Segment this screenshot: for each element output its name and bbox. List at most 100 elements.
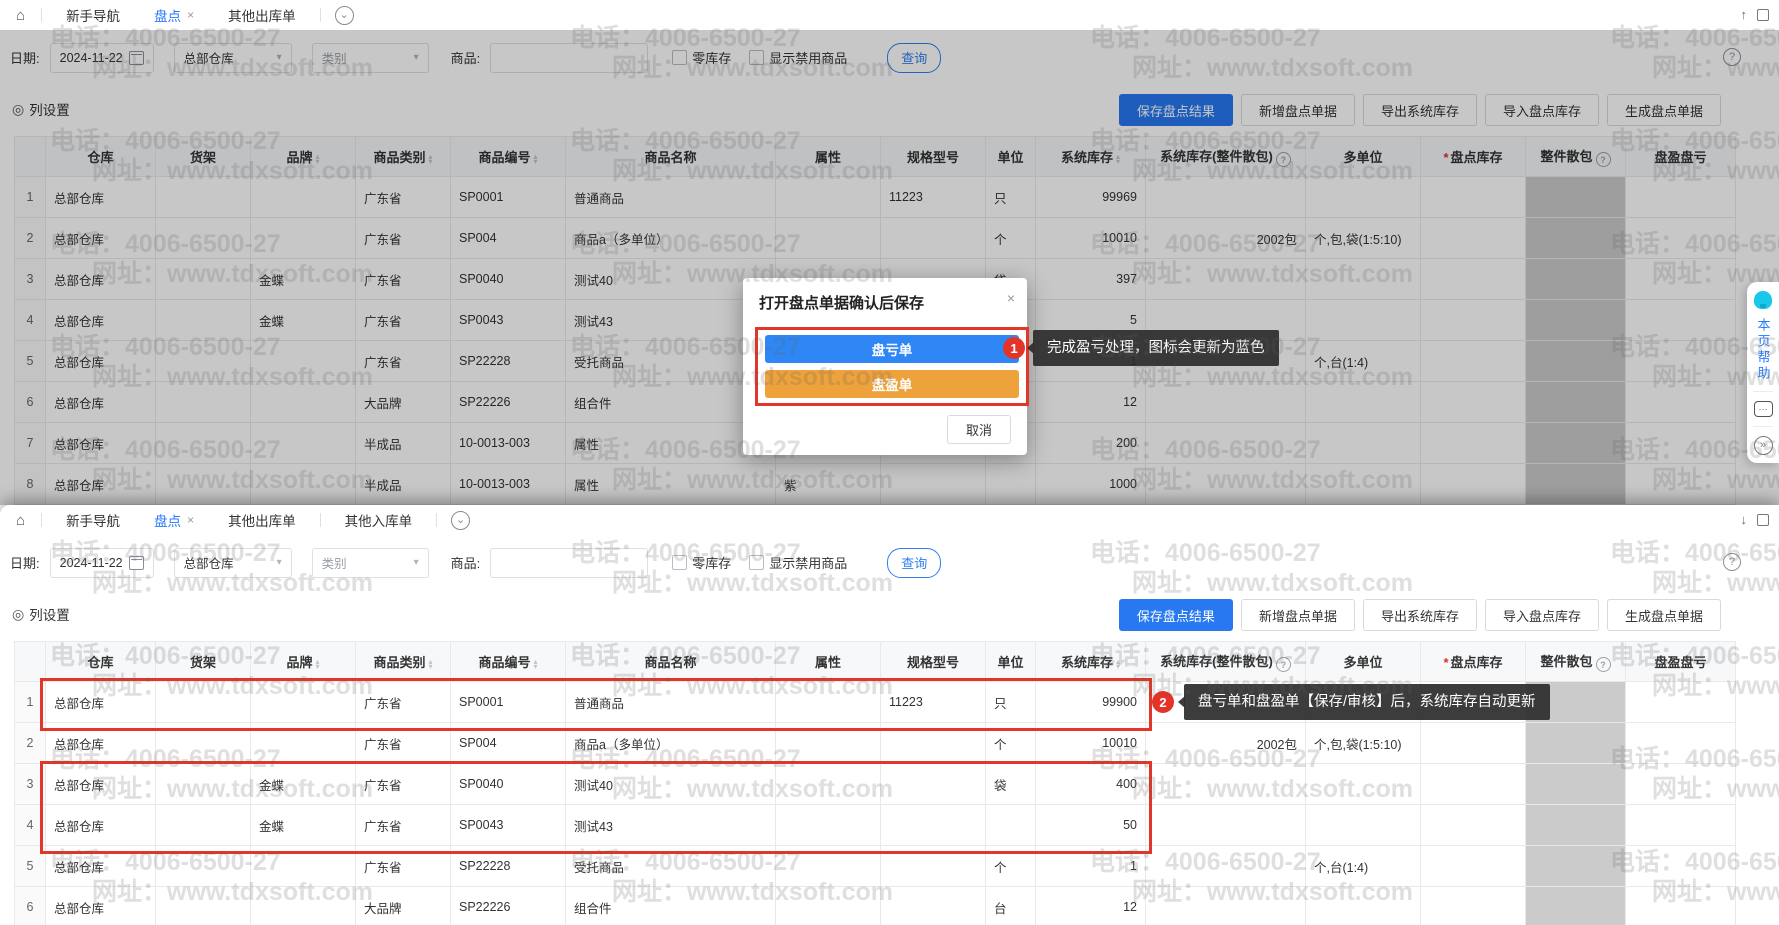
column-settings-label: 列设置: [29, 604, 70, 624]
date-picker[interactable]: 2024-11-22: [50, 548, 154, 578]
zero-stock-checkbox[interactable]: 零库存: [672, 553, 731, 572]
show-disabled-checkbox[interactable]: 显示禁用商品: [749, 553, 847, 572]
sort-icon[interactable]: ▴▾: [1116, 659, 1120, 669]
close-icon[interactable]: ×: [1007, 290, 1015, 306]
close-icon[interactable]: ×: [187, 8, 194, 22]
table-cell: [251, 682, 356, 723]
table-cell: [1526, 805, 1626, 846]
tab-other-outbound[interactable]: 其他出库单: [214, 505, 310, 535]
collapse-double-arrow-icon[interactable]: »: [1754, 436, 1773, 455]
confirm-save-dialog: 打开盘点单据确认后保存 × 盘亏单 盘盈单 取消: [743, 278, 1027, 455]
table-header-row: 仓库货架品牌▴▾商品类别▴▾商品编号▴▾商品名称属性规格型号单位系统库存▴▾系统…: [15, 642, 1736, 682]
table-cell: 个: [986, 723, 1036, 764]
table-cell: [1526, 846, 1626, 887]
column-header: 规格型号: [881, 642, 986, 682]
query-button[interactable]: 查询: [887, 548, 941, 578]
table-cell: SP22226: [451, 887, 566, 925]
table-cell: 广东省: [356, 723, 451, 764]
column-header: *盘点库存: [1421, 642, 1526, 682]
tab-other-outbound[interactable]: 其他出库单: [214, 0, 310, 30]
column-settings-button[interactable]: ◎ 列设置: [12, 604, 70, 624]
table-cell: 袋: [986, 764, 1036, 805]
table-cell: 广东省: [356, 805, 451, 846]
table-cell: [1626, 805, 1736, 846]
home-icon[interactable]: ⌂: [10, 7, 31, 24]
export-stock-button[interactable]: 导出系统库存: [1363, 599, 1477, 631]
table-cell: [1146, 805, 1306, 846]
scroll-down-icon[interactable]: ↓: [1741, 512, 1748, 527]
table-row[interactable]: 2总部仓库广东省SP004商品a（多单位）个100102002包个,包,袋(1:…: [15, 723, 1736, 764]
row-number-header: [15, 642, 46, 682]
new-sheet-button[interactable]: 新增盘点单据: [1241, 599, 1355, 631]
table-cell: [1306, 764, 1421, 805]
tab-other-inbound[interactable]: 其他入库单: [331, 505, 427, 535]
table-cell: 个,包,袋(1:5:10): [1306, 723, 1421, 764]
chevron-down-circle-icon[interactable]: ⌄: [451, 511, 470, 530]
tab-stocktake[interactable]: 盘点 ×: [140, 0, 208, 30]
tab-newbie-guide[interactable]: 新手导航: [52, 505, 134, 535]
sort-icon[interactable]: ▴▾: [316, 659, 320, 669]
scroll-up-icon[interactable]: ↑: [1741, 7, 1748, 22]
column-header[interactable]: 系统库存▴▾: [1036, 642, 1146, 682]
category-select[interactable]: 类别 ▾: [312, 548, 429, 578]
import-stock-button[interactable]: 导入盘点库存: [1485, 599, 1599, 631]
gain-sheet-button[interactable]: 盘盈单: [765, 370, 1019, 398]
chevron-down-circle-icon[interactable]: ⌄: [335, 6, 354, 25]
cancel-button[interactable]: 取消: [947, 415, 1011, 444]
dialog-title: 打开盘点单据确认后保存: [743, 278, 1027, 313]
sort-icon[interactable]: ▴▾: [534, 659, 538, 669]
date-value: 2024-11-22: [60, 556, 123, 570]
table-row[interactable]: 3总部仓库金蝶广东省SP0040测试40袋400: [15, 764, 1736, 805]
home-icon[interactable]: ⌂: [10, 512, 31, 529]
table-cell: [1526, 723, 1626, 764]
sort-icon[interactable]: ▴▾: [429, 659, 433, 669]
table-cell: [1526, 887, 1626, 925]
table-cell: 台: [986, 887, 1036, 925]
table-row[interactable]: 5总部仓库广东省SP22228受托商品个1个,台(1:4): [15, 846, 1736, 887]
save-results-button[interactable]: 保存盘点结果: [1119, 599, 1233, 631]
warehouse-select[interactable]: 总部仓库 ▾: [174, 548, 292, 578]
table-cell: SP0043: [451, 805, 566, 846]
tab-stocktake[interactable]: 盘点 ×: [140, 505, 208, 535]
tab-stocktake-label: 盘点: [154, 5, 181, 25]
divider: [320, 8, 321, 22]
column-header[interactable]: 品牌▴▾: [251, 642, 356, 682]
table-cell: 广东省: [356, 846, 451, 887]
table-cell: [156, 723, 251, 764]
help-widget: 本页帮助 ··· »: [1747, 282, 1779, 463]
tab-stocktake-label: 盘点: [154, 510, 181, 530]
tooltip-step-1: 完成盈亏处理，图标会更新为蓝色: [1033, 330, 1279, 366]
table-cell: [776, 723, 881, 764]
table-row[interactable]: 6总部仓库大品牌SP22226组合件台12: [15, 887, 1736, 925]
maximize-icon[interactable]: [1757, 514, 1769, 526]
loss-sheet-button[interactable]: 盘亏单: [765, 335, 1019, 363]
table-row[interactable]: 4总部仓库金蝶广东省SP0043测试4350: [15, 805, 1736, 846]
feedback-chat-icon[interactable]: ···: [1754, 401, 1773, 417]
help-question-icon[interactable]: ?: [1276, 657, 1291, 672]
filter-row: 日期: 2024-11-22 总部仓库 ▾ 类别 ▾ 商品: 零库存 显示禁用商…: [0, 535, 1779, 590]
column-header: 商品名称: [566, 642, 776, 682]
table-cell: [776, 887, 881, 925]
column-header[interactable]: 商品类别▴▾: [356, 642, 451, 682]
table-cell: [1306, 887, 1421, 925]
table-cell: 400: [1036, 764, 1146, 805]
zero-stock-label: 零库存: [692, 553, 731, 572]
table-cell: SP22228: [451, 846, 566, 887]
column-header: 属性: [776, 642, 881, 682]
column-header[interactable]: 商品编号▴▾: [451, 642, 566, 682]
lightbulb-icon[interactable]: [1754, 291, 1772, 309]
table-cell: 个: [986, 846, 1036, 887]
tab-newbie-guide[interactable]: 新手导航: [52, 0, 134, 30]
product-input[interactable]: [490, 548, 648, 578]
maximize-icon[interactable]: [1757, 9, 1769, 21]
page-help-label[interactable]: 本页帮助: [1757, 318, 1770, 382]
close-icon[interactable]: ×: [187, 513, 194, 527]
table-cell: [881, 887, 986, 925]
table-cell: 总部仓库: [46, 887, 156, 925]
divider: [320, 513, 321, 527]
page-help-icon[interactable]: ?: [1723, 553, 1741, 571]
generate-sheet-button[interactable]: 生成盘点单据: [1607, 599, 1721, 631]
highlight-red-frame: 盘亏单 盘盈单: [755, 327, 1029, 406]
table-cell: [881, 846, 986, 887]
help-question-icon[interactable]: ?: [1596, 657, 1611, 672]
